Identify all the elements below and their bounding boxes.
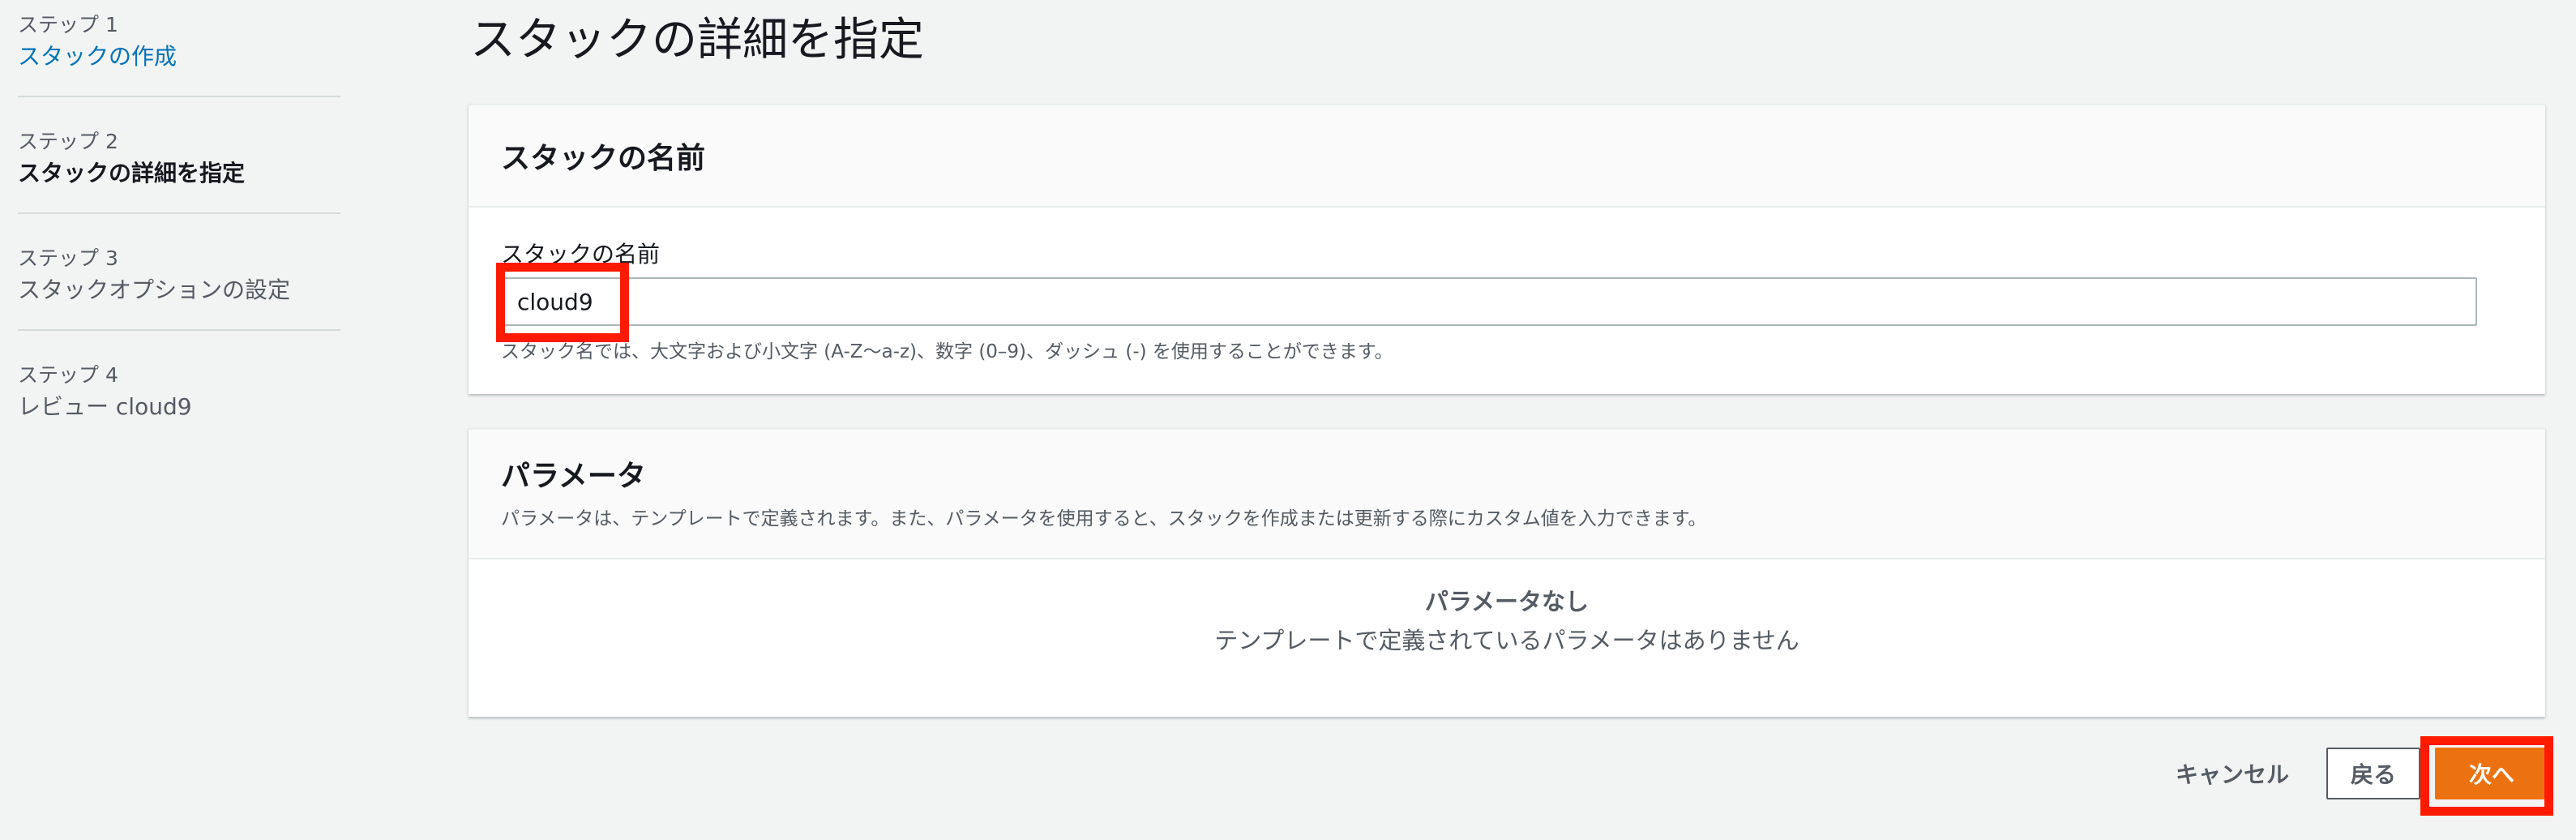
stack-name-hint: スタック名では、大文字および小文字 (A-Z〜a-z)、数字 (0–9)、ダッシ… <box>501 341 1393 362</box>
step-link-create-stack[interactable]: スタックの作成 <box>18 39 340 75</box>
stack-name-panel: スタックの名前 スタックの名前 スタック名では、大文字および小文字 (A-Z〜a… <box>469 104 2545 394</box>
wizard-actions: キャンセル 戻る 次へ <box>2148 743 2548 804</box>
panel-header: パラメータ パラメータは、テンプレートで定義されます。また、パラメータを使用する… <box>469 430 2545 559</box>
wizard-step-4: ステップ 4 レビュー cloud9 <box>18 362 340 446</box>
step-number: ステップ 4 <box>18 363 118 387</box>
back-button[interactable]: 戻る <box>2326 748 2420 799</box>
step-title: レビュー cloud9 <box>18 393 192 420</box>
panel-description: パラメータは、テンプレートで定義されます。また、パラメータを使用すると、スタック… <box>501 508 1707 529</box>
parameters-panel: パラメータ パラメータは、テンプレートで定義されます。また、パラメータを使用する… <box>469 428 2545 717</box>
step-number: ステップ 3 <box>18 246 118 270</box>
step-number: ステップ 1 <box>18 13 118 36</box>
cancel-button[interactable]: キャンセル <box>2148 748 2317 799</box>
next-button[interactable]: 次へ <box>2434 748 2548 799</box>
wizard-step-navigation: ステップ 1 スタックの作成 ステップ 2 スタックの詳細を指定 ステップ 3 … <box>18 11 340 477</box>
wizard-step-3: ステップ 3 スタックオプションの設定 <box>18 245 340 331</box>
empty-state-description: テンプレートで定義されているパラメータはありません <box>1214 627 1799 654</box>
parameters-empty-state: パラメータなし テンプレートで定義されているパラメータはありません <box>469 559 2545 660</box>
empty-state-title: パラメータなし <box>1424 588 1590 615</box>
step-number: ステップ 2 <box>18 130 118 153</box>
stack-name-label: スタックの名前 <box>501 241 661 268</box>
wizard-step-2: ステップ 2 スタックの詳細を指定 <box>18 128 340 214</box>
wizard-step-1: ステップ 1 スタックの作成 <box>18 11 340 97</box>
panel-title: パラメータ <box>501 460 646 493</box>
step-title-current: スタックの詳細を指定 <box>18 160 246 186</box>
step-title: スタックオプションの設定 <box>18 276 291 303</box>
stack-name-input[interactable] <box>501 277 2477 326</box>
panel-header: スタックの名前 <box>469 105 2545 208</box>
panel-title: スタックの名前 <box>501 142 706 175</box>
page-title: スタックの詳細を指定 <box>470 14 924 66</box>
